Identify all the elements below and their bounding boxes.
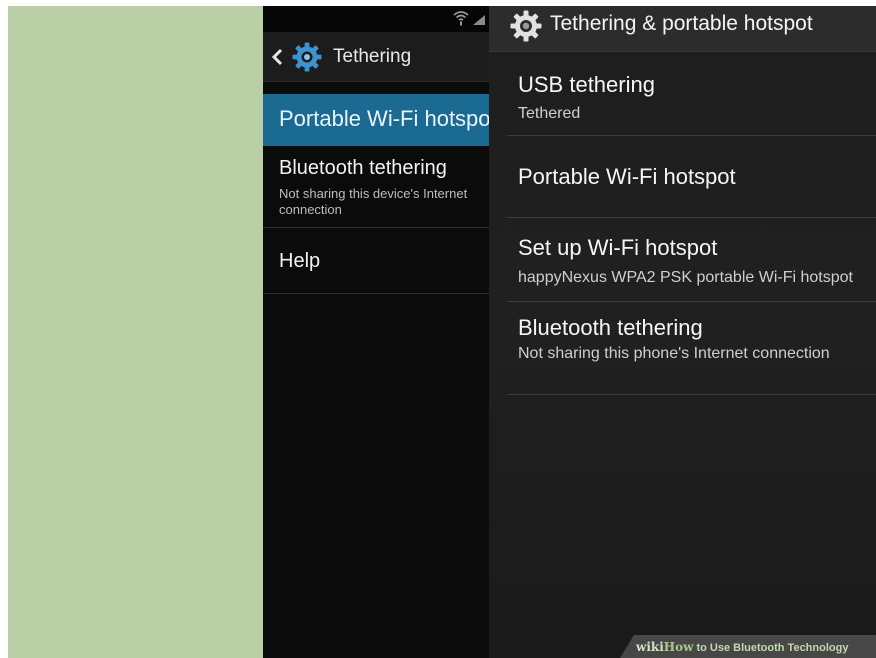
list-item-summary: Tethered [518,105,581,122]
wikihow-watermark: wikiHow to Use Bluetooth Technology [620,635,876,658]
list-item-portable-wifi-hotspot[interactable]: Portable Wi-Fi hotspot [263,94,495,146]
action-bar: Tethering [263,32,495,82]
list-item-title: Portable Wi-Fi hotspot [279,106,495,131]
list-item-summary: Not sharing this device's Internet conne… [279,186,468,217]
list-item-summary: happyNexus WPA2 PSK portable Wi-Fi hotsp… [518,269,853,286]
right-phone-screen: Tethering & portable hotspot USB tetheri… [489,6,876,658]
list-item-summary: Not sharing this phone's Internet connec… [518,345,830,362]
page-title: Tethering [333,46,412,67]
watermark-brand-how: How [663,640,694,654]
gear-icon [510,10,542,42]
gear-icon [292,42,322,72]
list-item-set-up-wifi-hotspot[interactable]: Set up Wi-Fi hotspot happyNexus WPA2 PSK… [507,218,876,302]
list-item-title: Portable Wi-Fi hotspot [518,164,736,189]
action-bar: Tethering & portable hotspot [489,6,876,52]
list-item-title: Bluetooth tethering [279,157,447,179]
status-bar [263,6,495,32]
background-panel [8,6,263,658]
list-item-title: Help [279,250,321,272]
left-phone-screen: Tethering Portable Wi-Fi hotspot Bluetoo… [263,6,495,658]
chevron-left-icon[interactable] [271,48,283,66]
list-item-usb-tethering[interactable]: USB tethering Tethered [507,52,876,136]
watermark-text: wikiHow to Use Bluetooth Technology [636,640,848,654]
wifi-icon [453,11,469,26]
list-item-bluetooth-tethering[interactable]: Bluetooth tethering Not sharing this pho… [507,302,876,395]
list-item-help[interactable]: Help [263,228,495,294]
signal-icon [473,15,485,25]
list-item-title: Bluetooth tethering [518,315,703,340]
screenshot-frame: Tethering Portable Wi-Fi hotspot Bluetoo… [8,6,876,658]
list-item-title: Set up Wi-Fi hotspot [518,235,718,260]
list-item-bluetooth-tethering[interactable]: Bluetooth tethering Not sharing this dev… [263,146,495,228]
list-item-title: USB tethering [518,72,655,97]
watermark-brand-wiki: wiki [636,640,664,654]
page-title: Tethering & portable hotspot [550,12,813,35]
watermark-caption: to Use Bluetooth Technology [693,642,849,654]
list-item-portable-wifi-hotspot[interactable]: Portable Wi-Fi hotspot [507,136,876,218]
